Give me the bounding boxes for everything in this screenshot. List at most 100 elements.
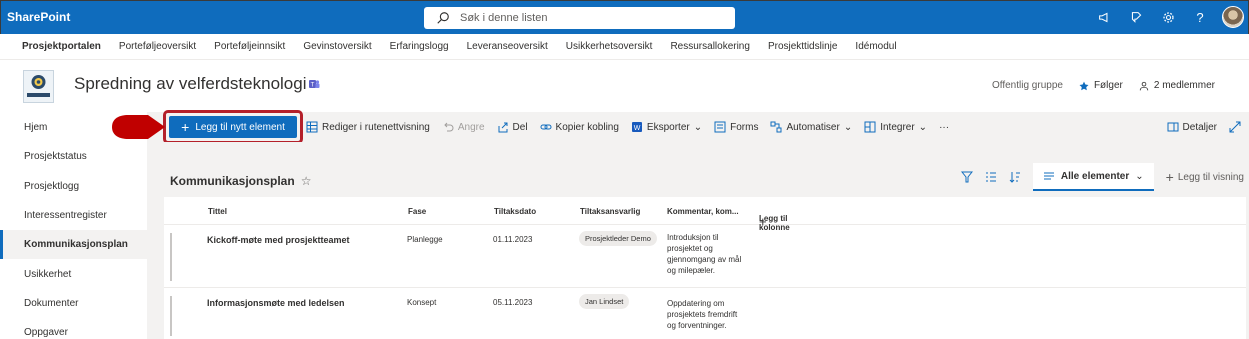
add-view-label: Legg til visning <box>1177 171 1244 183</box>
row-comment: Introduksjon til prosjektet og gjennomga… <box>667 232 759 276</box>
hub-navigation: Prosjektportalen Porteføljeoversikt Port… <box>0 34 1249 60</box>
grid-edit-label: Rediger i rutenettvisning <box>322 121 430 133</box>
privacy-label: Offentlig gruppe <box>991 80 1063 91</box>
column-header-title[interactable]: Tittel <box>208 207 227 216</box>
row-select-bar[interactable] <box>170 296 172 336</box>
chevron-down-icon: ⌄ <box>843 121 853 133</box>
nav-item-prosjektstatus[interactable]: Prosjektstatus <box>0 142 147 171</box>
avatar[interactable] <box>1222 6 1244 28</box>
share-label: Del <box>512 121 528 133</box>
plus-icon: + <box>1165 169 1174 185</box>
list-grid: Tittel Fase Tiltaksdato Tiltaksansvarlig… <box>164 197 1246 339</box>
megaphone-icon[interactable] <box>1094 7 1114 27</box>
export-label: Eksporter <box>646 121 690 133</box>
nav-item-prosjektlogg[interactable]: Prosjektlogg <box>0 172 147 201</box>
chevron-down-icon: ⌄ <box>1135 170 1144 182</box>
nav-item-oppgaver[interactable]: Oppgaver <box>0 318 147 339</box>
search-icon <box>437 12 449 24</box>
excel-icon: W <box>631 122 642 132</box>
view-selector[interactable]: Alle elementer ⌄ <box>1032 163 1154 191</box>
list-title: Kommunikasjonsplan <box>170 174 295 188</box>
row-select-bar[interactable] <box>170 233 172 281</box>
app-brand[interactable]: SharePoint <box>7 10 70 24</box>
filter-icon[interactable] <box>960 171 973 183</box>
grid-header: Tittel Fase Tiltaksdato Tiltaksansvarlig… <box>164 197 1246 232</box>
search-input[interactable]: Søk i denne listen <box>424 7 735 29</box>
hub-link-leveranseoversikt[interactable]: Leveranseoversikt <box>467 41 548 52</box>
comment-line: og forventninger. <box>667 321 727 330</box>
view-label: Alle elementer <box>1060 170 1130 182</box>
forms-label: Forms <box>730 121 759 133</box>
row-comment: Oppdatering om prosjektets fremdrift og … <box>667 298 759 331</box>
follow-button[interactable]: Følger <box>1079 80 1123 91</box>
members-button[interactable]: 2 medlemmer <box>1139 80 1215 91</box>
hub-home-link[interactable]: Prosjektportalen <box>22 41 101 52</box>
table-row[interactable]: Informasjonsmøte med ledelsen Konsept 05… <box>164 289 1246 339</box>
integrate-label: Integrer <box>880 121 915 133</box>
hub-link-gevinstoversikt[interactable]: Gevinstoversikt <box>303 41 371 52</box>
link-icon <box>540 124 552 130</box>
details-label: Detaljer <box>1182 121 1217 133</box>
expand-icon[interactable] <box>1229 121 1241 133</box>
gear-icon[interactable] <box>1158 7 1178 27</box>
share-button[interactable]: Del <box>497 121 528 133</box>
column-header-phase[interactable]: Fase <box>408 207 426 216</box>
add-view-button[interactable]: + Legg til visning <box>1166 169 1244 185</box>
copy-link-label: Kopier kobling <box>555 121 619 133</box>
column-header-date[interactable]: Tiltaksdato <box>494 207 536 216</box>
hub-link-idemodul[interactable]: Idémodul <box>855 41 896 52</box>
flow-icon <box>770 121 782 133</box>
comment-line: prosjektets fremdrift <box>667 310 738 319</box>
list-view-icon <box>1043 172 1054 180</box>
highlight-frame <box>163 110 303 144</box>
grid-edit-button[interactable]: Rediger i rutenettvisning <box>306 121 430 133</box>
automate-label: Automatiser <box>786 121 840 133</box>
hub-link-usikkerhetsoversikt[interactable]: Usikkerhetsoversikt <box>566 41 653 52</box>
star-icon[interactable]: ☆ <box>301 174 312 188</box>
details-button[interactable]: Detaljer <box>1167 121 1217 133</box>
site-logo[interactable] <box>23 70 54 103</box>
row-title[interactable]: Kickoff-møte med prosjektteamet <box>207 235 350 245</box>
row-title[interactable]: Informasjonsmøte med ledelsen <box>207 298 345 308</box>
column-header-owner[interactable]: Tiltaksansvarlig <box>580 207 640 216</box>
svg-text:T: T <box>311 83 315 89</box>
table-row[interactable]: Kickoff-møte med prosjektteamet Planlegg… <box>164 226 1246 288</box>
list-content: Kommunikasjonsplan ☆ Alle elementer ⌄ + … <box>147 142 1249 339</box>
automate-button[interactable]: Automatiser ⌄ <box>770 121 852 133</box>
comment-line: gjennomgang av mål <box>667 255 742 264</box>
hub-link-porteføljeinnsikt[interactable]: Porteføljeinnsikt <box>214 41 285 52</box>
members-label: 2 medlemmer <box>1153 80 1215 91</box>
teams-icon[interactable]: T <box>308 78 320 90</box>
nav-item-kommunikasjonsplan[interactable]: Kommunikasjonsplan <box>0 230 147 260</box>
help-icon[interactable]: ? <box>1190 7 1210 27</box>
group-icon[interactable] <box>985 171 997 183</box>
comment-line: og milepæler. <box>667 266 716 275</box>
svg-text:W: W <box>634 125 641 132</box>
hub-link-porteføljeoversikt[interactable]: Porteføljeoversikt <box>119 41 196 52</box>
comment-line: Introduksjon til <box>667 233 719 242</box>
column-header-comment[interactable]: Kommentar, kom... <box>667 207 739 216</box>
nav-item-dokumenter[interactable]: Dokumenter <box>0 289 147 318</box>
nav-item-usikkerhet[interactable]: Usikkerhet <box>0 259 147 288</box>
integrate-button[interactable]: Integrer ⌄ <box>864 121 927 133</box>
nav-item-interessentregister[interactable]: Interessentregister <box>0 201 147 230</box>
row-phase: Planlegge <box>407 235 443 244</box>
share-icon <box>498 122 508 133</box>
copy-link-button[interactable]: Kopier kobling <box>540 121 619 133</box>
integrate-icon <box>864 121 876 133</box>
forms-icon <box>714 121 726 133</box>
export-button[interactable]: W Eksporter ⌄ <box>631 121 702 133</box>
person-icon <box>1139 81 1149 90</box>
row-owner[interactable]: Jan Lindset <box>579 294 630 309</box>
feedback-icon[interactable] <box>1126 7 1146 27</box>
more-button[interactable]: ··· <box>939 122 949 133</box>
forms-button[interactable]: Forms <box>714 121 758 133</box>
undo-button[interactable]: Angre <box>442 121 485 133</box>
undo-label: Angre <box>457 121 485 133</box>
row-date: 05.11.2023 <box>493 298 533 307</box>
hub-link-erfaringslogg[interactable]: Erfaringslogg <box>390 41 449 52</box>
row-owner[interactable]: Prosjektleder Demo <box>579 231 657 246</box>
hub-link-prosjekttidslinje[interactable]: Prosjekttidslinje <box>768 41 837 52</box>
hub-link-ressursallokering[interactable]: Ressursallokering <box>670 41 749 52</box>
sort-icon[interactable] <box>1009 171 1021 183</box>
